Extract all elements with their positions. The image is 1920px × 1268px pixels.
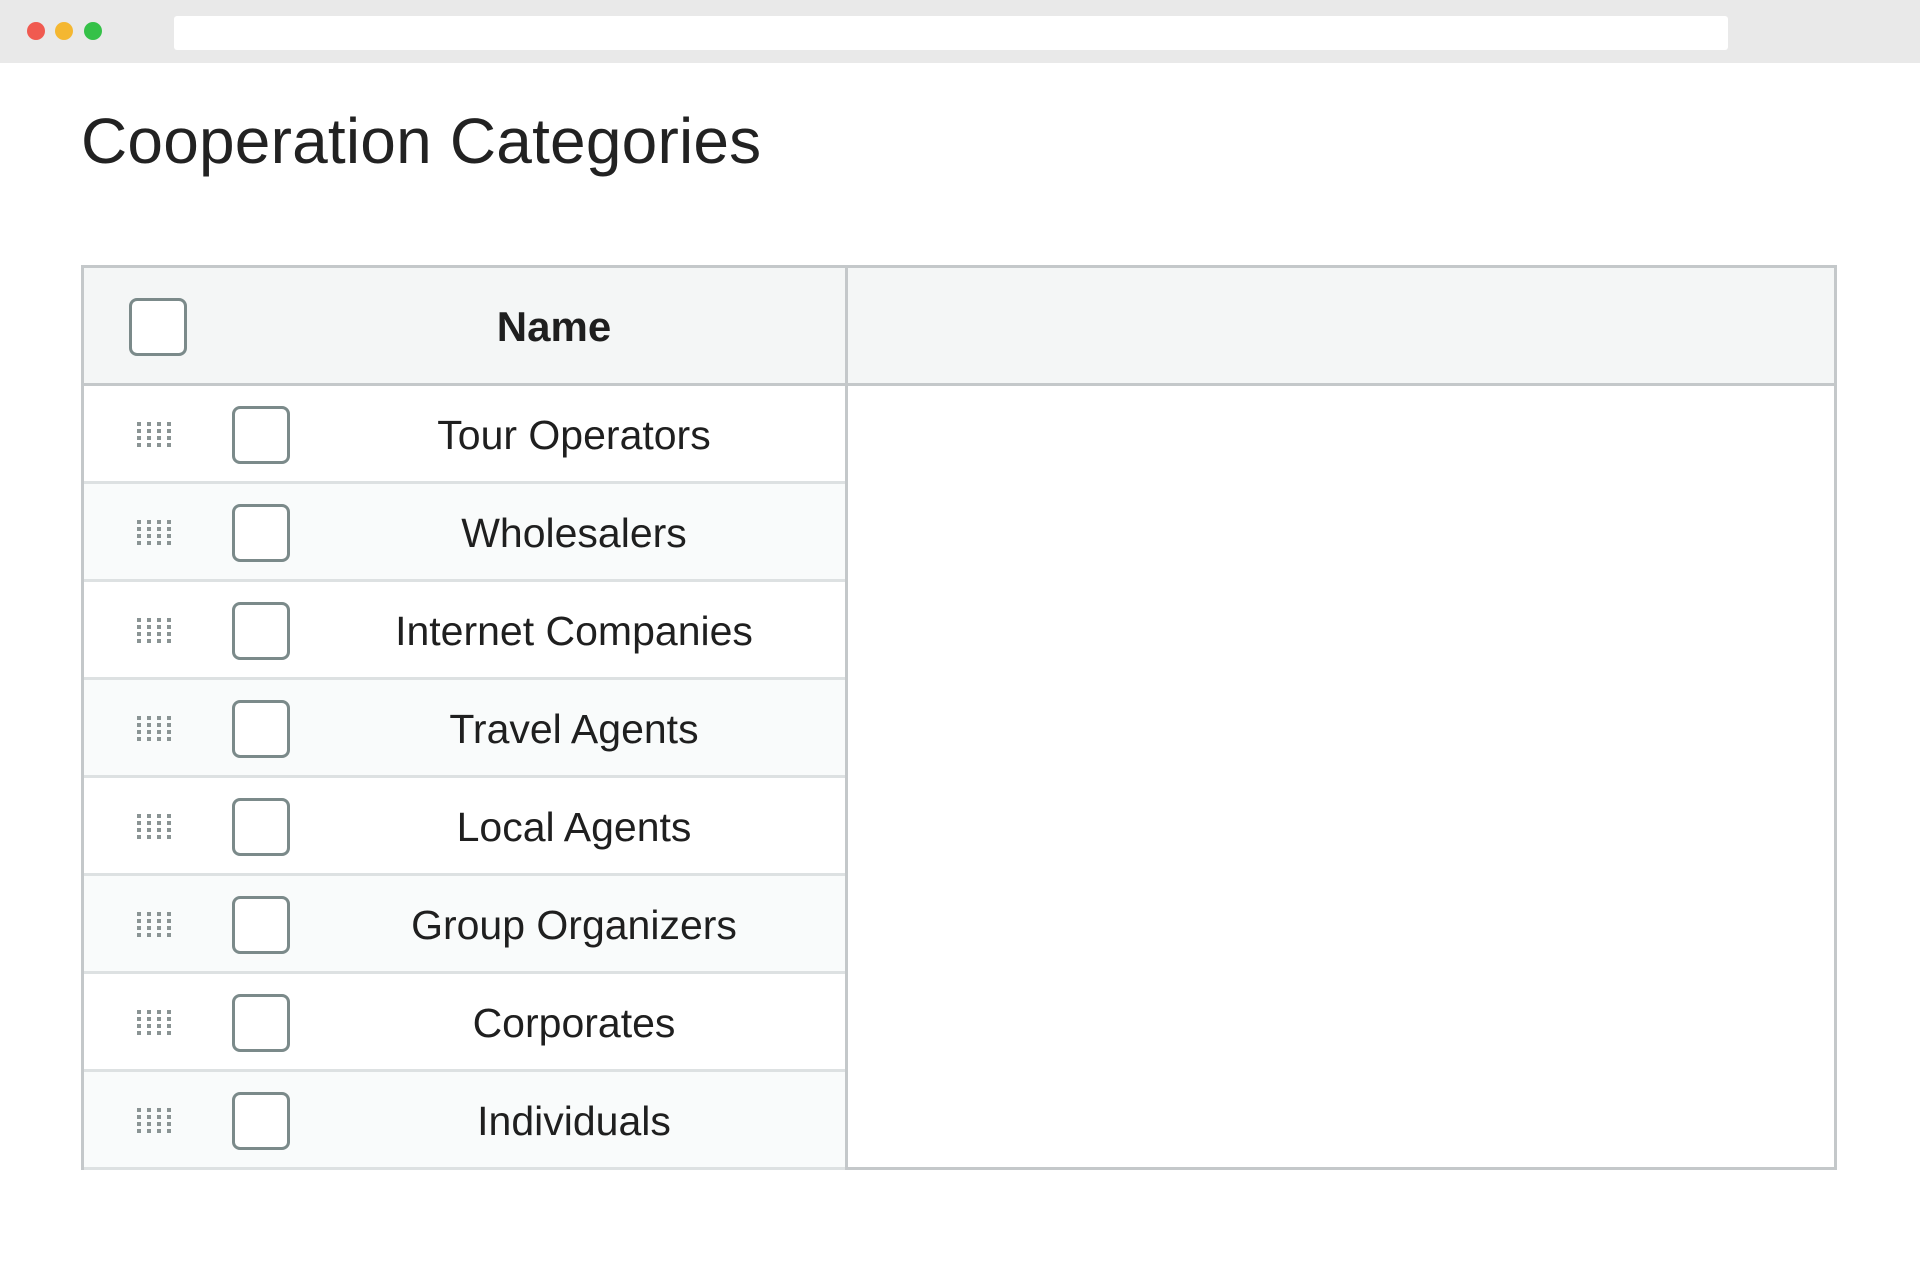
select-all-checkbox[interactable] bbox=[129, 298, 187, 356]
row-name: Individuals bbox=[477, 1098, 671, 1144]
table-row[interactable]: Travel Agents bbox=[84, 680, 845, 778]
row-name: Tour Operators bbox=[437, 412, 711, 458]
minimize-window-icon[interactable] bbox=[55, 22, 73, 40]
row-checkbox[interactable] bbox=[232, 504, 290, 562]
table-row[interactable]: Tour Operators bbox=[84, 386, 845, 484]
maximize-window-icon[interactable] bbox=[84, 22, 102, 40]
drag-handle-icon[interactable] bbox=[137, 422, 177, 448]
row-checkbox[interactable] bbox=[232, 700, 290, 758]
drag-handle-icon[interactable] bbox=[137, 1108, 177, 1134]
row-checkbox[interactable] bbox=[232, 1092, 290, 1150]
drag-handle-icon[interactable] bbox=[137, 1010, 177, 1036]
table-header: Name bbox=[84, 268, 1834, 386]
page-title: Cooperation Categories bbox=[81, 105, 762, 177]
table-row[interactable]: Internet Companies bbox=[84, 582, 845, 680]
close-window-icon[interactable] bbox=[27, 22, 45, 40]
row-checkbox[interactable] bbox=[232, 994, 290, 1052]
address-bar[interactable] bbox=[174, 16, 1728, 50]
browser-chrome bbox=[0, 0, 1920, 63]
row-name: Internet Companies bbox=[395, 608, 753, 654]
name-column-header[interactable]: Name bbox=[274, 268, 834, 386]
drag-handle-icon[interactable] bbox=[137, 520, 177, 546]
column-divider bbox=[845, 268, 848, 1167]
drag-handle-icon[interactable] bbox=[137, 814, 177, 840]
table-row[interactable]: Corporates bbox=[84, 974, 845, 1072]
row-checkbox[interactable] bbox=[232, 798, 290, 856]
table-row[interactable]: Local Agents bbox=[84, 778, 845, 876]
row-name: Corporates bbox=[472, 1000, 676, 1046]
row-name: Local Agents bbox=[456, 804, 692, 850]
drag-handle-icon[interactable] bbox=[137, 912, 177, 938]
categories-table: Name Tour Operators Wholesalers Internet… bbox=[81, 265, 1837, 1170]
table-row[interactable]: Individuals bbox=[84, 1072, 845, 1170]
row-checkbox[interactable] bbox=[232, 406, 290, 464]
row-name: Wholesalers bbox=[461, 510, 687, 556]
row-name: Group Organizers bbox=[411, 902, 737, 948]
row-checkbox[interactable] bbox=[232, 896, 290, 954]
drag-handle-icon[interactable] bbox=[137, 618, 177, 644]
row-name: Travel Agents bbox=[449, 706, 699, 752]
table-body: Tour Operators Wholesalers Internet Comp… bbox=[84, 386, 845, 1170]
row-checkbox[interactable] bbox=[232, 602, 290, 660]
drag-handle-icon[interactable] bbox=[137, 716, 177, 742]
table-row[interactable]: Wholesalers bbox=[84, 484, 845, 582]
table-row[interactable]: Group Organizers bbox=[84, 876, 845, 974]
